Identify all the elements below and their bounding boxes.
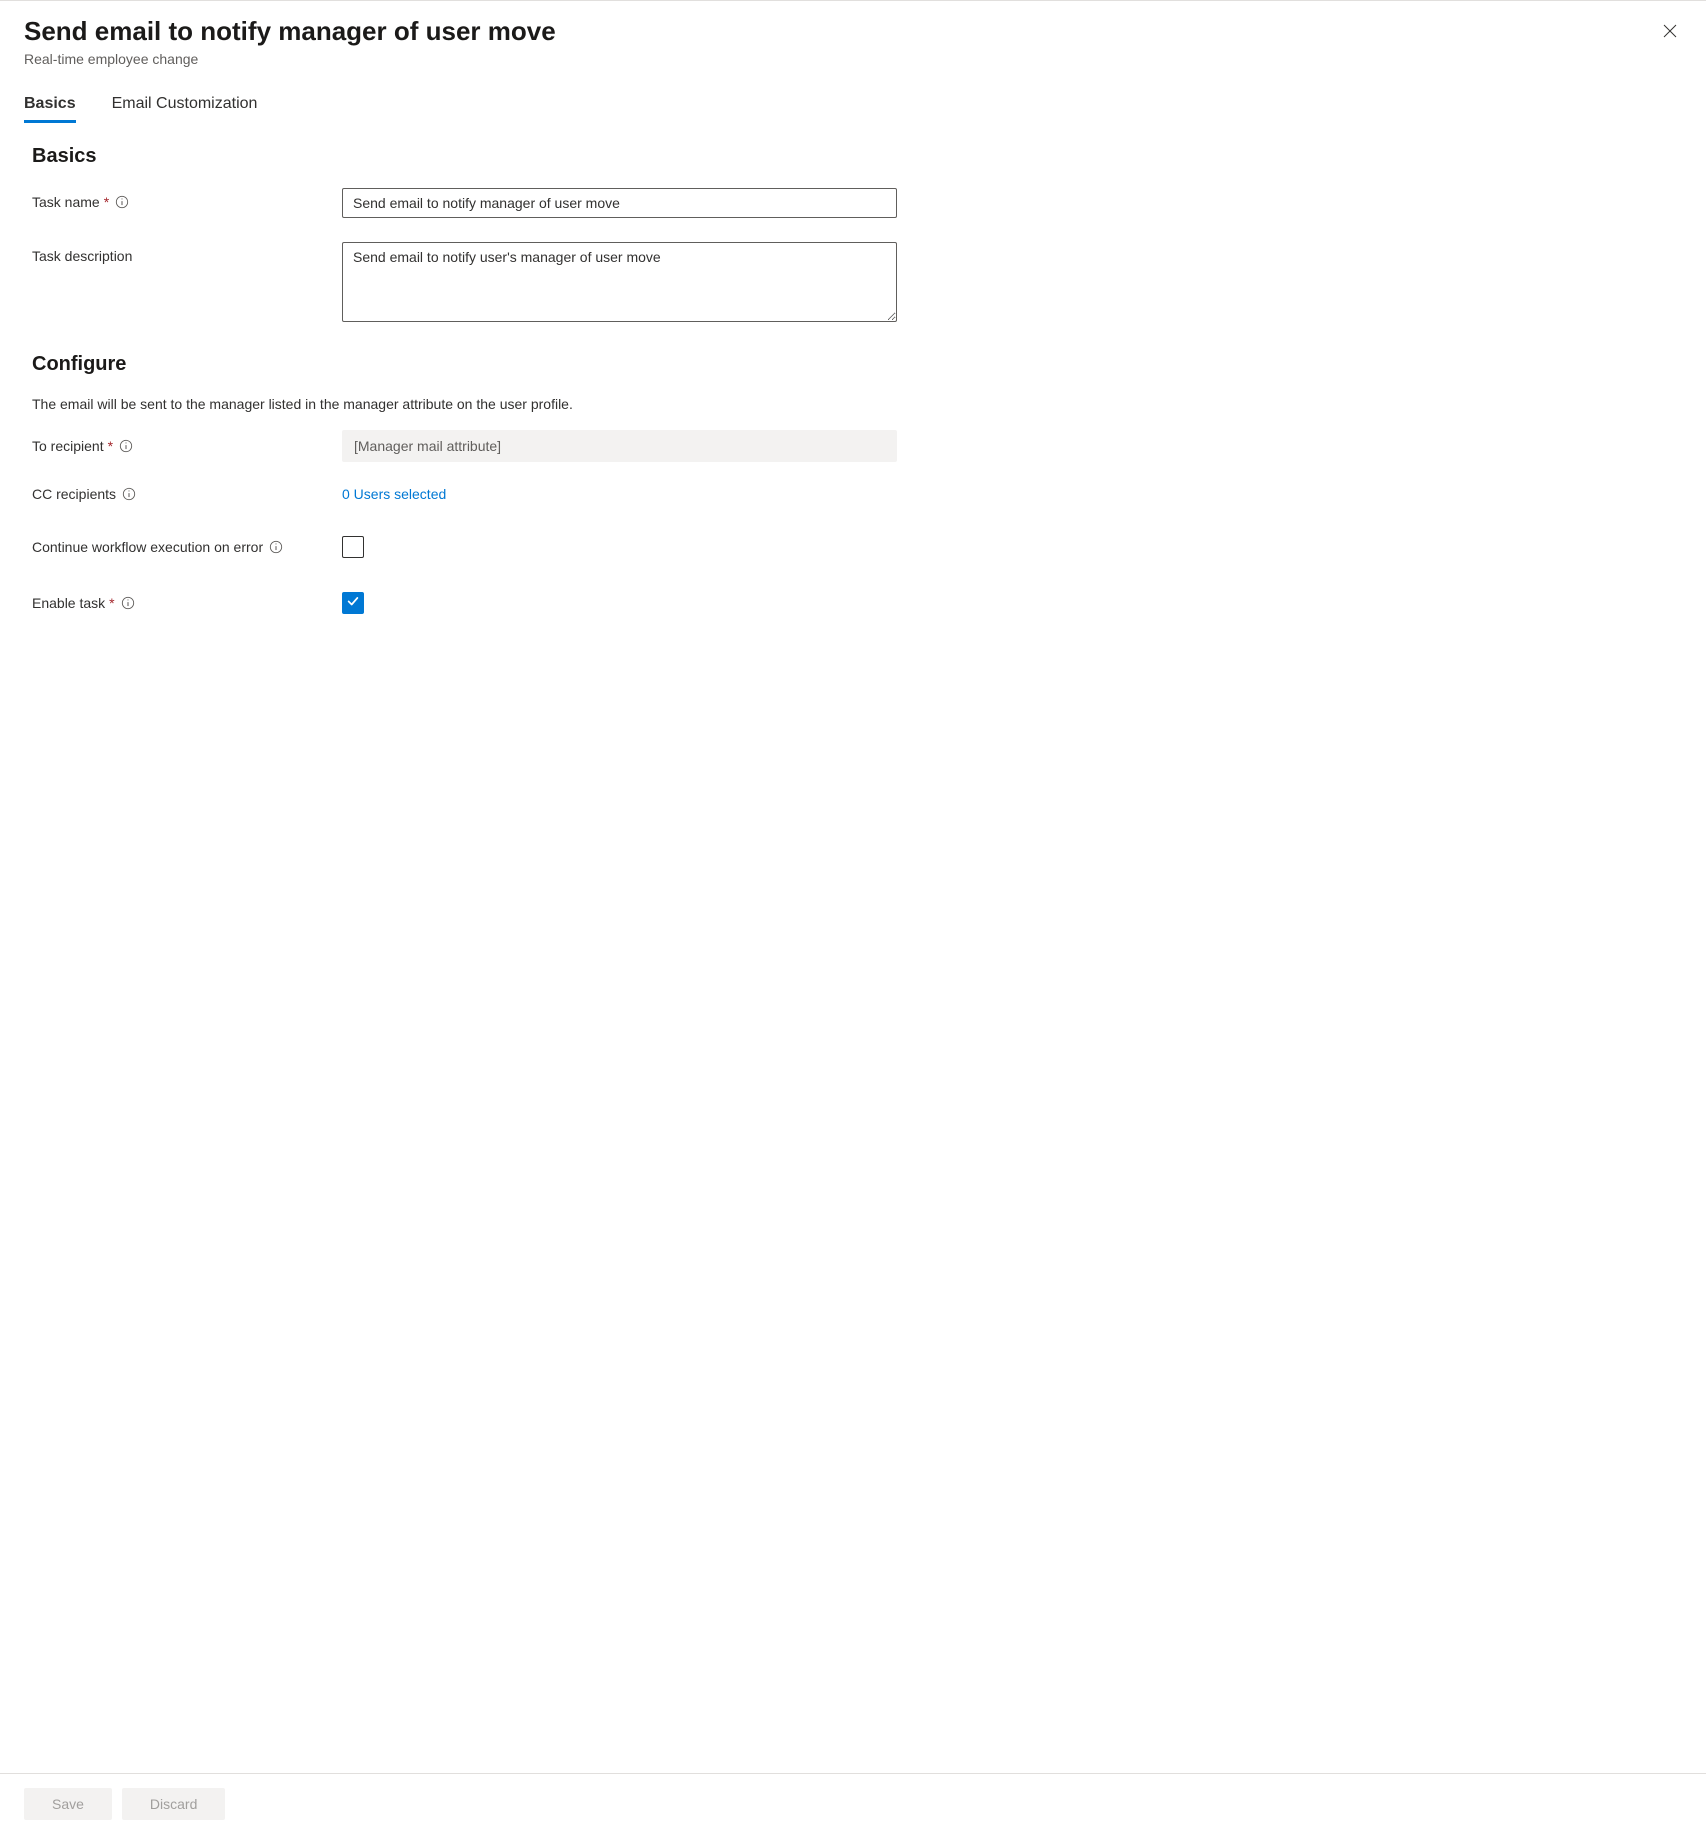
tab-basics[interactable]: Basics <box>24 95 76 123</box>
to-recipient-field: [Manager mail attribute] <box>342 430 897 462</box>
enable-task-checkbox[interactable] <box>342 592 364 614</box>
required-indicator: * <box>108 438 113 454</box>
continue-on-error-checkbox[interactable] <box>342 536 364 558</box>
close-icon <box>1662 23 1678 42</box>
configure-description: The email will be sent to the manager li… <box>32 396 1674 412</box>
required-indicator: * <box>104 194 109 210</box>
basics-heading: Basics <box>32 145 1674 168</box>
to-recipient-label: To recipient * <box>32 438 342 454</box>
task-name-label: Task name * <box>32 188 342 210</box>
panel-footer: Save Discard <box>0 1773 1706 1834</box>
task-description-row: Task description Send email to notify us… <box>32 242 1674 325</box>
info-icon[interactable] <box>121 596 135 610</box>
info-icon[interactable] <box>269 540 283 554</box>
save-button[interactable]: Save <box>24 1788 112 1820</box>
tab-email-customization[interactable]: Email Customization <box>112 95 258 123</box>
enable-task-label: Enable task * <box>32 595 342 611</box>
cc-recipients-link[interactable]: 0 Users selected <box>342 486 446 502</box>
cc-recipients-label: CC recipients <box>32 486 342 502</box>
task-description-input[interactable]: Send email to notify user's manager of u… <box>342 242 897 322</box>
info-icon[interactable] <box>119 439 133 453</box>
panel-subtitle: Real-time employee change <box>24 51 556 67</box>
panel-content: Basics Task name * Task description <box>0 123 1706 1773</box>
task-description-label: Task description <box>32 242 342 264</box>
tabs: Basics Email Customization <box>0 95 1706 123</box>
cc-recipients-row: CC recipients 0 Users selected <box>32 486 1674 502</box>
info-icon[interactable] <box>115 195 129 209</box>
continue-on-error-row: Continue workflow execution on error <box>32 536 1674 558</box>
required-indicator: * <box>109 595 114 611</box>
configure-heading: Configure <box>32 353 1674 376</box>
panel-header: Send email to notify manager of user mov… <box>0 1 1706 67</box>
enable-task-row: Enable task * <box>32 592 1674 614</box>
task-name-row: Task name * <box>32 188 1674 218</box>
to-recipient-row: To recipient * [Manager mail attribute] <box>32 430 1674 462</box>
discard-button[interactable]: Discard <box>122 1788 225 1820</box>
continue-on-error-label: Continue workflow execution on error <box>32 539 342 555</box>
checkmark-icon <box>346 594 360 611</box>
close-button[interactable] <box>1658 19 1682 46</box>
task-panel: Send email to notify manager of user mov… <box>0 0 1706 1834</box>
panel-title: Send email to notify manager of user mov… <box>24 15 556 49</box>
task-name-input[interactable] <box>342 188 897 218</box>
info-icon[interactable] <box>122 487 136 501</box>
